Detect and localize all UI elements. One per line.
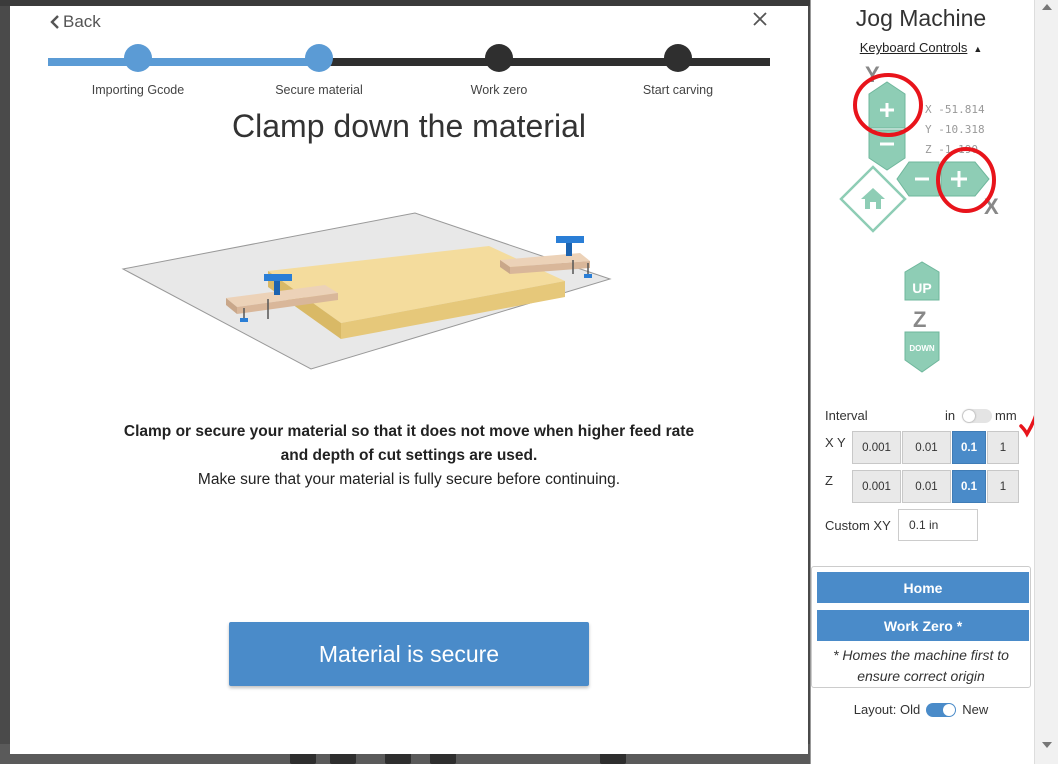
step-start-carving: Start carving (608, 44, 748, 97)
step-label: Start carving (642, 83, 714, 97)
keyboard-controls-label: Keyboard Controls (859, 40, 968, 55)
x-coordinate: X -51.814 (925, 103, 985, 116)
jog-y-plus-button[interactable] (867, 80, 907, 130)
toggle-knob (943, 703, 956, 716)
interval-label: Interval (825, 408, 868, 423)
toggle-knob (963, 410, 975, 422)
homing-note: * Homes the machine first to ensure corr… (812, 645, 1030, 687)
work-zero-button[interactable]: Work Zero * (817, 610, 1029, 641)
caret-up-icon: ▲ (973, 44, 983, 54)
z-interval-option-selected[interactable]: 0.1 (952, 470, 986, 503)
clamped-material-illustration (121, 212, 612, 370)
progress-stepper: Importing Gcode Secure material Work zer… (48, 44, 770, 97)
step-work-zero: Work zero (429, 44, 569, 97)
z-coordinate: Z -1.190 (925, 143, 978, 156)
z-interval-selector: 0.001 0.01 0.1 1 (852, 470, 1019, 503)
instructions-line: Make sure that your material is fully se… (197, 471, 621, 488)
step-dot (664, 44, 692, 72)
carve-wizard-modal: Back Importing Gcode Secure material Wor… (10, 6, 808, 754)
jog-machine-panel: Jog Machine Keyboard Controls ▲ Y X -51.8… (810, 0, 1041, 764)
step-label: Work zero (470, 83, 528, 97)
chevron-left-icon (50, 15, 59, 29)
xy-interval-selector: 0.001 0.01 0.1 1 (852, 431, 1019, 464)
xy-interval-option[interactable]: 0.001 (852, 431, 901, 464)
step-dot (485, 44, 513, 72)
step-secure-material: Secure material (249, 44, 389, 97)
step-label: Secure material (275, 83, 363, 97)
z-interval-option[interactable]: 0.01 (902, 470, 951, 503)
instructions-bold-line: Clamp or secure your material so that it… (123, 423, 695, 440)
jog-z-down-button[interactable] (903, 330, 941, 374)
back-button[interactable]: Back (50, 12, 101, 32)
y-coordinate: Y -10.318 (925, 123, 985, 136)
unit-mm-label: mm (995, 408, 1017, 423)
instructions-bold-line: and depth of cut settings are used. (280, 447, 538, 464)
xy-interval-option[interactable]: 0.01 (902, 431, 951, 464)
homing-section: Home Work Zero * * Homes the machine fir… (811, 566, 1031, 688)
xy-interval-label: X Y (825, 435, 846, 450)
unit-in-label: in (945, 408, 956, 423)
unit-toggle[interactable] (962, 409, 992, 423)
jog-x-plus-button[interactable] (939, 160, 991, 198)
scroll-up-icon[interactable] (1042, 4, 1052, 10)
layout-toggle[interactable] (926, 702, 957, 717)
keyboard-controls-toggle[interactable]: Keyboard Controls ▲ (811, 40, 1031, 55)
jog-z-up-button[interactable] (903, 260, 941, 302)
position-readout: X -51.814 Y -10.318 Z -1.190 (925, 100, 985, 160)
close-icon (753, 12, 767, 26)
home-button[interactable]: Home (817, 572, 1029, 603)
step-dot (124, 44, 152, 72)
x-axis-label: X (984, 194, 999, 219)
homing-note-line: ensure correct origin (857, 668, 985, 684)
custom-xy-label: Custom XY (825, 518, 891, 533)
instructions: Clamp or secure your material so that it… (90, 420, 728, 492)
z-interval-option[interactable]: 1 (987, 470, 1019, 503)
jog-title: Jog Machine (855, 5, 987, 31)
step-label: Importing Gcode (91, 83, 185, 97)
step-importing-gcode: Importing Gcode (68, 44, 208, 97)
custom-xy-input[interactable] (898, 509, 978, 541)
layout-old-label: Layout: Old (853, 702, 921, 717)
close-button[interactable] (752, 11, 772, 31)
home-jog-button[interactable] (839, 165, 907, 233)
page-title: Clamp down the material (232, 108, 586, 144)
step-dot (305, 44, 333, 72)
scroll-down-icon[interactable] (1042, 742, 1052, 748)
layout-new-label: New (962, 702, 989, 717)
z-interval-option[interactable]: 0.001 (852, 470, 901, 503)
back-label: Back (63, 12, 101, 31)
panel-scrollbar[interactable] (1034, 0, 1058, 764)
xy-interval-option[interactable]: 1 (987, 431, 1019, 464)
layout-switch: Layout: Old New (811, 702, 1031, 717)
homing-note-line: * Homes the machine first to (833, 647, 1009, 663)
z-interval-label: Z (825, 473, 833, 488)
xy-interval-option-selected[interactable]: 0.1 (952, 431, 986, 464)
material-is-secure-button[interactable]: Material is secure (229, 622, 589, 686)
